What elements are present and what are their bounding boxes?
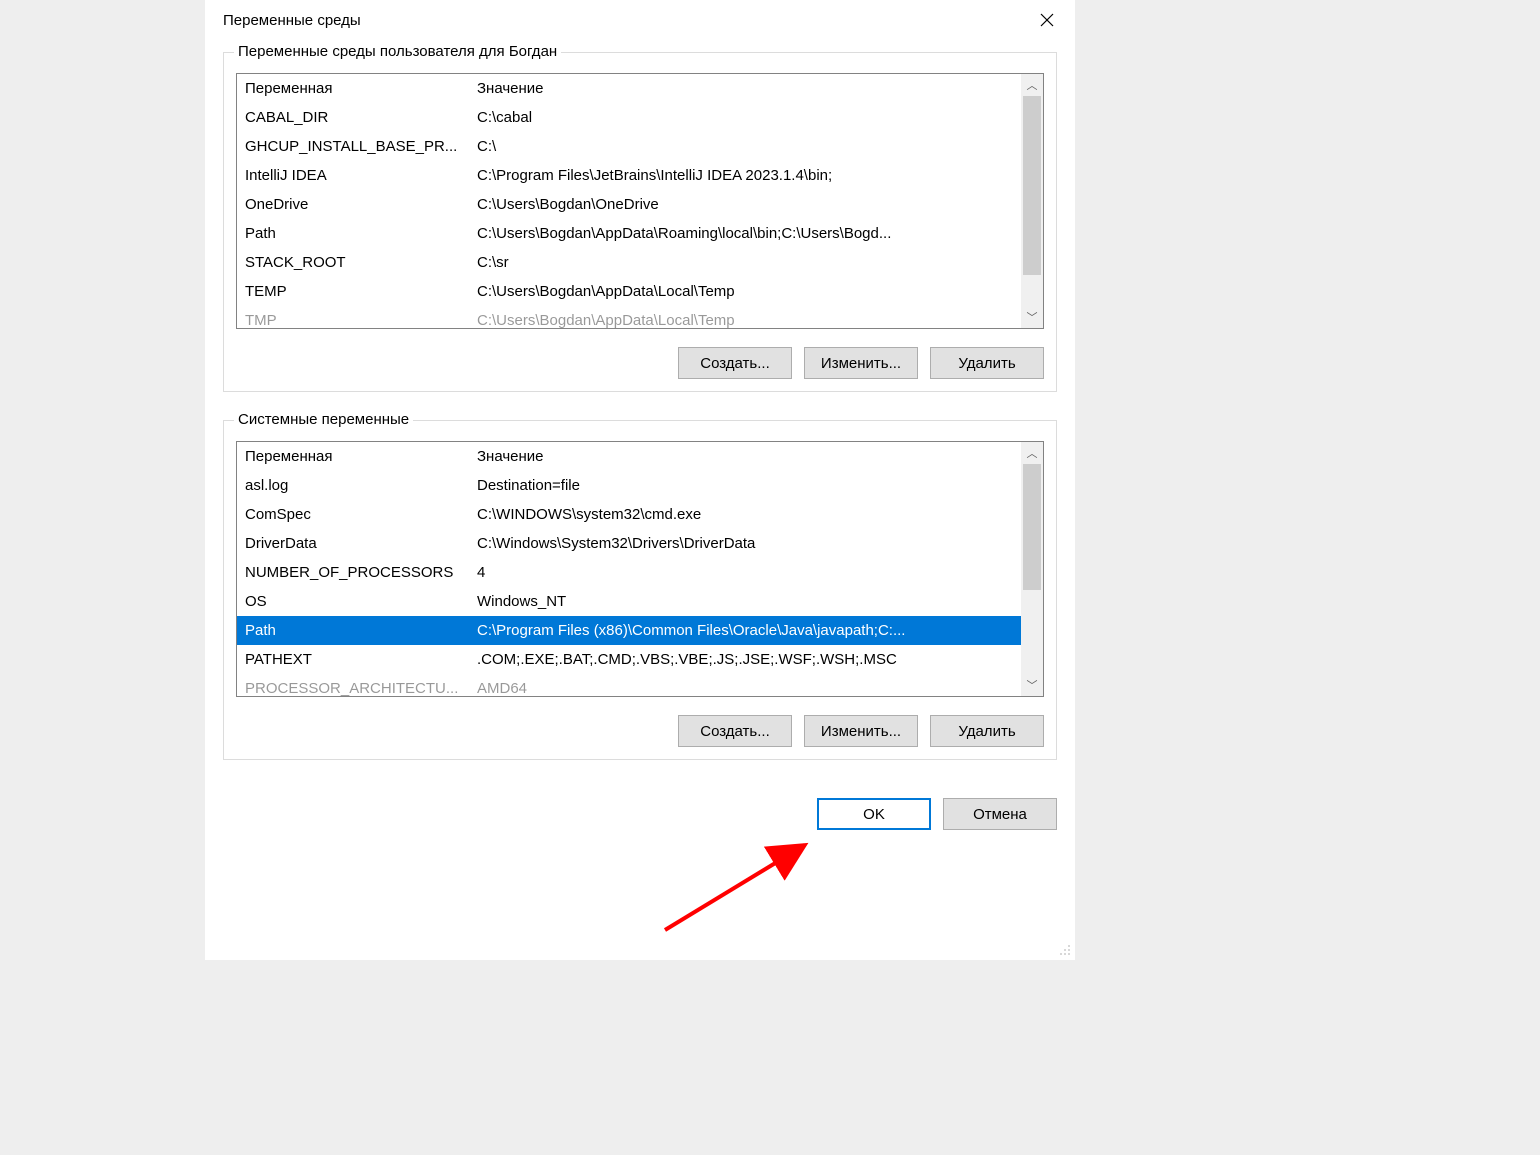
ok-button[interactable]: OK (817, 798, 931, 830)
table-row[interactable]: CABAL_DIR C:\cabal (237, 103, 1021, 132)
table-row[interactable]: NUMBER_OF_PROCESSORS 4 (237, 558, 1021, 587)
scrollbar[interactable]: ︿ ﹀ (1021, 74, 1043, 328)
scroll-thumb[interactable] (1023, 464, 1041, 590)
table-row[interactable]: ComSpec C:\WINDOWS\system32\cmd.exe (237, 500, 1021, 529)
list-header[interactable]: Переменная Значение (237, 442, 1021, 471)
user-delete-button[interactable]: Удалить (930, 347, 1044, 379)
scrollbar[interactable]: ︿ ﹀ (1021, 442, 1043, 696)
system-edit-button[interactable]: Изменить... (804, 715, 918, 747)
table-row[interactable]: PATHEXT .COM;.EXE;.BAT;.CMD;.VBS;.VBE;.J… (237, 645, 1021, 674)
table-row[interactable]: STACK_ROOT C:\sr (237, 248, 1021, 277)
scroll-down-icon[interactable]: ﹀ (1021, 306, 1043, 328)
table-row[interactable]: Path C:\Program Files (x86)\Common Files… (237, 616, 1021, 645)
system-variables-list[interactable]: Переменная Значение asl.log Destination=… (236, 441, 1044, 697)
user-edit-button[interactable]: Изменить... (804, 347, 918, 379)
environment-variables-dialog: Переменные среды Переменные среды пользо… (205, 0, 1075, 960)
dialog-title: Переменные среды (223, 12, 361, 29)
system-delete-button[interactable]: Удалить (930, 715, 1044, 747)
system-variables-group: Системные переменные Переменная Значение… (223, 420, 1057, 760)
column-header-name[interactable]: Переменная (245, 448, 477, 465)
column-header-value[interactable]: Значение (477, 448, 1021, 465)
cancel-button[interactable]: Отмена (943, 798, 1057, 830)
table-row[interactable]: Path C:\Users\Bogdan\AppData\Roaming\loc… (237, 219, 1021, 248)
user-variables-group: Переменные среды пользователя для Богдан… (223, 52, 1057, 392)
resize-grip-icon[interactable] (1057, 942, 1073, 958)
system-variables-label: Системные переменные (234, 411, 413, 428)
user-variables-list[interactable]: Переменная Значение CABAL_DIR C:\cabal G… (236, 73, 1044, 329)
table-row[interactable]: asl.log Destination=file (237, 471, 1021, 500)
user-new-button[interactable]: Создать... (678, 347, 792, 379)
list-header[interactable]: Переменная Значение (237, 74, 1021, 103)
table-row[interactable]: IntelliJ IDEA C:\Program Files\JetBrains… (237, 161, 1021, 190)
scroll-up-icon[interactable]: ︿ (1021, 442, 1043, 464)
system-new-button[interactable]: Создать... (678, 715, 792, 747)
table-row[interactable]: DriverData C:\Windows\System32\Drivers\D… (237, 529, 1021, 558)
scroll-down-icon[interactable]: ﹀ (1021, 674, 1043, 696)
table-row[interactable]: TMP C:\Users\Bogdan\AppData\Local\Temp (237, 306, 1021, 329)
titlebar: Переменные среды (205, 0, 1075, 40)
user-variables-label: Переменные среды пользователя для Богдан (234, 43, 561, 60)
scroll-up-icon[interactable]: ︿ (1021, 74, 1043, 96)
table-row[interactable]: PROCESSOR_ARCHITECTU... AMD64 (237, 674, 1021, 697)
column-header-name[interactable]: Переменная (245, 80, 477, 97)
scroll-thumb[interactable] (1023, 96, 1041, 275)
close-icon[interactable] (1035, 8, 1059, 32)
table-row[interactable]: GHCUP_INSTALL_BASE_PR... C:\ (237, 132, 1021, 161)
table-row[interactable]: TEMP C:\Users\Bogdan\AppData\Local\Temp (237, 277, 1021, 306)
column-header-value[interactable]: Значение (477, 80, 1021, 97)
table-row[interactable]: OneDrive C:\Users\Bogdan\OneDrive (237, 190, 1021, 219)
table-row[interactable]: OS Windows_NT (237, 587, 1021, 616)
